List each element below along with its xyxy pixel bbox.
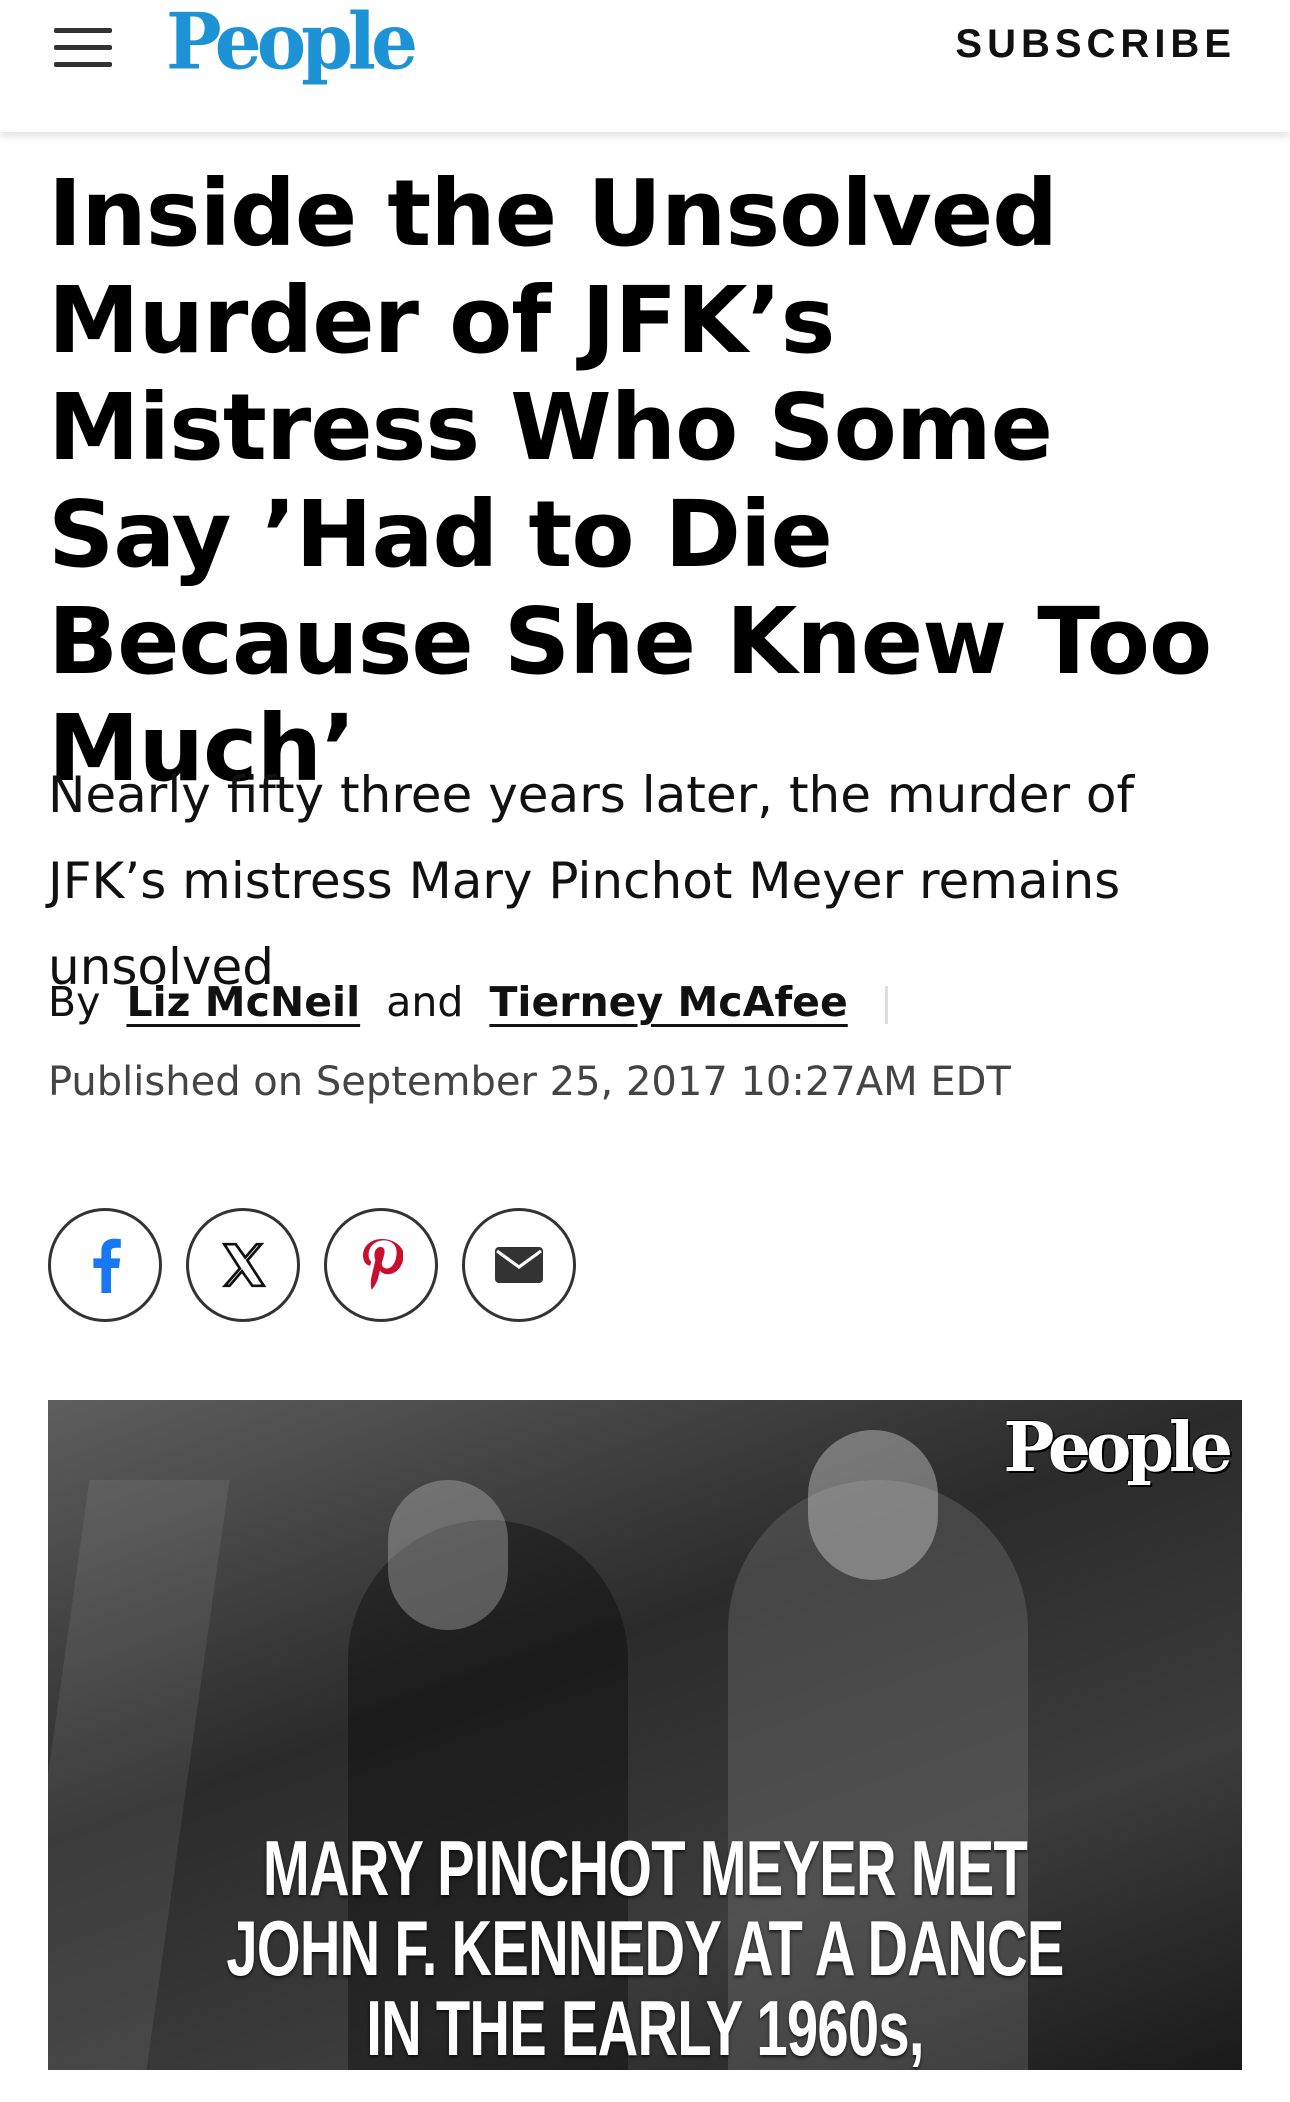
byline-divider	[884, 986, 888, 1024]
share-bar	[48, 1208, 576, 1322]
man-face	[388, 1480, 508, 1630]
woman-face	[808, 1430, 938, 1580]
people-watermark: People	[1003, 1408, 1233, 1488]
author-link-liz-mcneil[interactable]: Liz McNeil	[126, 978, 360, 1026]
hamburger-menu-button[interactable]	[54, 28, 112, 68]
byline-conjunction: and	[386, 978, 464, 1026]
author-link-tierney-mcafee[interactable]: Tierney McAfee	[489, 978, 847, 1026]
x-share-button[interactable]	[186, 1208, 300, 1322]
byline-prefix: By	[48, 978, 101, 1026]
email-icon	[495, 1247, 543, 1283]
hero-video-still[interactable]: People MARY PINCHOT MEYER MET JOHN F. KE…	[48, 1400, 1242, 2070]
facebook-icon	[93, 1238, 121, 1293]
site-header: People SUBSCRIBE	[0, 0, 1290, 132]
site-logo[interactable]: People	[166, 0, 418, 88]
publish-date: Published on September 25, 2017 10:27AM …	[48, 1059, 1011, 1105]
menu-icon-bar	[54, 62, 112, 67]
menu-icon-bar	[54, 45, 112, 50]
hero-caption: MARY PINCHOT MEYER MET JOHN F. KENNEDY A…	[226, 1824, 1064, 2070]
facebook-share-button[interactable]	[48, 1208, 162, 1322]
pinterest-share-button[interactable]	[324, 1208, 438, 1322]
article-title: Inside the Unsolved Murder of JFK’s Mist…	[48, 160, 1212, 802]
email-share-button[interactable]	[462, 1208, 576, 1322]
byline: By Liz McNeil and Tierney McAfee	[48, 972, 888, 1032]
menu-icon-bar	[54, 28, 112, 33]
image-shadow	[48, 1480, 230, 2070]
pinterest-icon	[363, 1239, 403, 1290]
subscribe-button[interactable]: SUBSCRIBE	[955, 16, 1236, 72]
x-icon	[221, 1242, 267, 1288]
